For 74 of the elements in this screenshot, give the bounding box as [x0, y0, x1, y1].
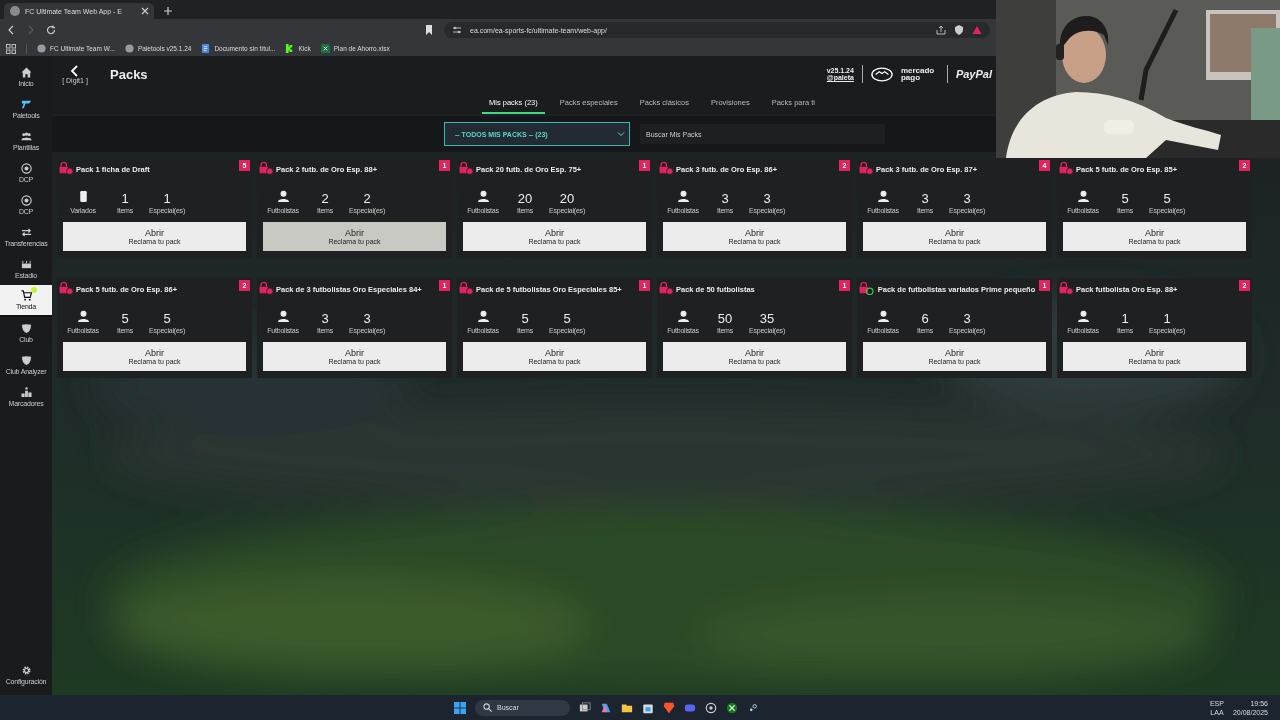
start-icon[interactable]	[453, 701, 466, 714]
chevron-down-icon	[617, 130, 625, 138]
close-icon[interactable]	[141, 7, 149, 15]
stat-value: 1	[163, 192, 171, 206]
share-icon[interactable]	[936, 25, 946, 35]
shield-icon[interactable]	[954, 25, 964, 35]
stadium-icon	[20, 259, 32, 270]
person-icon	[276, 190, 290, 203]
settings-icon	[20, 665, 32, 676]
document-icon	[201, 44, 211, 53]
person-icon	[876, 310, 890, 323]
site-settings-icon[interactable]	[452, 25, 462, 35]
stat-value: 3	[321, 312, 329, 326]
stat-value: 5	[521, 312, 529, 326]
stat-value: 1	[1121, 312, 1129, 326]
back-chevron-icon	[69, 64, 81, 77]
apps-icon[interactable]	[6, 43, 16, 54]
paletools-logo-icon	[20, 99, 32, 110]
globe-icon	[9, 5, 21, 17]
person-icon	[876, 190, 890, 203]
stat-value: 6	[921, 312, 929, 326]
stat-value: 1	[121, 192, 129, 206]
stat-value: 2	[363, 192, 371, 206]
person-icon	[476, 310, 490, 323]
stat-value: 3	[963, 192, 971, 206]
group-icon	[20, 131, 32, 142]
notification-dot	[30, 287, 37, 293]
stat-value: 2	[321, 192, 329, 206]
stat-value: 3	[963, 312, 971, 326]
stat-value: 5	[563, 312, 571, 326]
person-icon	[476, 190, 490, 203]
stat-value: 3	[921, 192, 929, 206]
page-title: Packs	[110, 66, 148, 82]
podium-icon	[20, 387, 32, 398]
person-icon	[676, 190, 690, 203]
person-icon	[1076, 190, 1090, 203]
stat-value: 5	[1163, 192, 1171, 206]
person-icon	[676, 310, 690, 323]
stat-value: 35	[759, 312, 775, 326]
stat-value: 20	[517, 192, 533, 206]
shield-icon	[20, 355, 32, 366]
stat-value: 20	[559, 192, 575, 206]
stat-value: 3	[721, 192, 729, 206]
lock-icon	[859, 282, 874, 295]
home-icon	[20, 67, 32, 78]
spreadsheet-icon	[320, 44, 330, 53]
game-app-icon[interactable]	[725, 701, 738, 714]
reload-icon[interactable]	[46, 25, 56, 35]
task-view-icon[interactable]	[578, 701, 591, 714]
person-icon	[276, 310, 290, 323]
globe-icon	[124, 44, 134, 53]
stat-value: 5	[163, 312, 171, 326]
globe-icon	[37, 44, 46, 53]
triangle-icon[interactable]	[972, 25, 982, 35]
search-icon	[482, 703, 492, 712]
ball-icon	[20, 163, 32, 174]
ball-icon	[20, 195, 32, 206]
bookmark-icon[interactable]	[424, 25, 434, 35]
stat-value: 50	[717, 312, 733, 326]
stat-value: 5	[121, 312, 129, 326]
stat-value: 5	[1121, 192, 1129, 206]
shield-icon	[20, 323, 32, 334]
brand-logo: PayPal	[955, 68, 992, 80]
stat-value: 3	[363, 312, 371, 326]
stat-value: 1	[1163, 312, 1171, 326]
cart-icon	[20, 290, 32, 301]
aperture-icon[interactable]	[704, 701, 717, 714]
person-icon	[76, 310, 90, 323]
transfer-arrows-icon	[20, 227, 32, 238]
brand-logo: mercado pago	[900, 66, 936, 82]
back-icon[interactable]	[6, 25, 16, 35]
new-tab-icon[interactable]	[164, 7, 172, 15]
person-icon	[1076, 310, 1090, 323]
stat-value: 3	[763, 192, 771, 206]
